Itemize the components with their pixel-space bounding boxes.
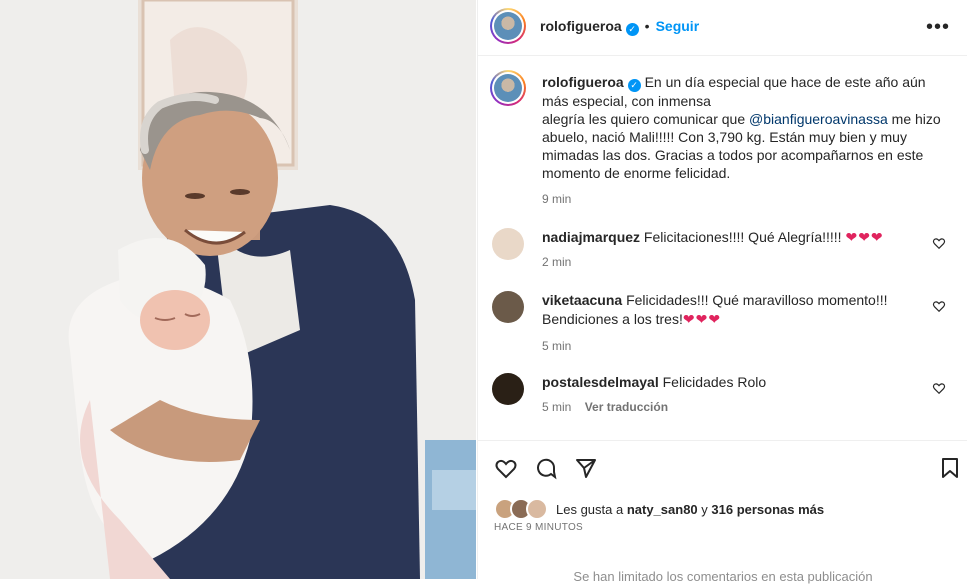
commenter-avatar[interactable]: [492, 228, 524, 260]
post-header: rolofigueroa ✓ • Seguir •••: [478, 0, 967, 56]
commenter-username[interactable]: postalesdelmayal: [542, 374, 659, 390]
commenter-avatar[interactable]: [492, 373, 524, 405]
liker-avatar: [526, 498, 548, 520]
post-actions: Les gusta a naty_san80 y 316 personas má…: [478, 440, 967, 584]
verified-badge-icon: ✓: [627, 79, 641, 92]
separator-dot: •: [644, 18, 650, 34]
verified-badge-icon: ✓: [625, 23, 639, 36]
comment-time: 5 min: [542, 400, 572, 414]
share-icon[interactable]: [574, 456, 598, 480]
caption-avatar[interactable]: [490, 70, 526, 106]
caption-mention-link[interactable]: @bianfigueroavinassa: [749, 111, 888, 127]
comment-like-heart-icon[interactable]: [932, 299, 946, 313]
caption-line2a: alegría les quiero comunicar que: [542, 111, 750, 127]
heart-icon[interactable]: [494, 456, 518, 480]
likes-text: Les gusta a naty_san80 y 316 personas má…: [556, 501, 825, 517]
likes-count[interactable]: 316 personas más: [711, 502, 824, 517]
follow-button[interactable]: Seguir: [656, 18, 700, 34]
commenter-username[interactable]: nadiajmarquez: [542, 229, 640, 245]
likes-summary[interactable]: Les gusta a naty_san80 y 316 personas má…: [494, 498, 824, 520]
post-side-panel: rolofigueroa ✓ • Seguir ••• rolofigueroa ✓ E…: [477, 0, 967, 584]
post-image: [0, 0, 476, 579]
commenter-username[interactable]: viketaacuna: [542, 292, 622, 308]
comment-time: 2 min: [542, 255, 572, 269]
post-timestamp: HACE 9 MINUTOS: [494, 522, 584, 533]
see-translation-link[interactable]: Ver traducción: [585, 400, 668, 414]
liker-username[interactable]: naty_san80: [627, 502, 698, 517]
post-caption: rolofigueroa ✓ En un día especial que hac…: [542, 73, 950, 208]
author-avatar[interactable]: [490, 8, 526, 44]
post-photo[interactable]: [0, 0, 476, 579]
caption-username[interactable]: rolofigueroa: [542, 74, 624, 90]
author-username[interactable]: rolofigueroa: [540, 18, 622, 34]
bookmark-icon[interactable]: [938, 456, 962, 480]
comments-limited-notice: Se han limitado los comentarios en esta …: [573, 569, 873, 584]
caption-time: 9 min: [542, 192, 572, 206]
comment-hearts: ❤❤❤: [845, 229, 884, 245]
comment-time: 5 min: [542, 339, 572, 353]
comment-icon[interactable]: [534, 456, 558, 480]
comment-text: Felicitaciones!!!! Qué Alegría!!!!!: [643, 229, 842, 245]
more-options-icon[interactable]: •••: [926, 16, 950, 39]
comment-like-heart-icon[interactable]: [932, 236, 946, 250]
comment-text: Felicidades Rolo: [662, 374, 767, 390]
comment-like-heart-icon[interactable]: [932, 381, 946, 395]
commenter-avatar[interactable]: [492, 291, 524, 323]
comment-hearts: ❤❤❤: [682, 311, 722, 327]
